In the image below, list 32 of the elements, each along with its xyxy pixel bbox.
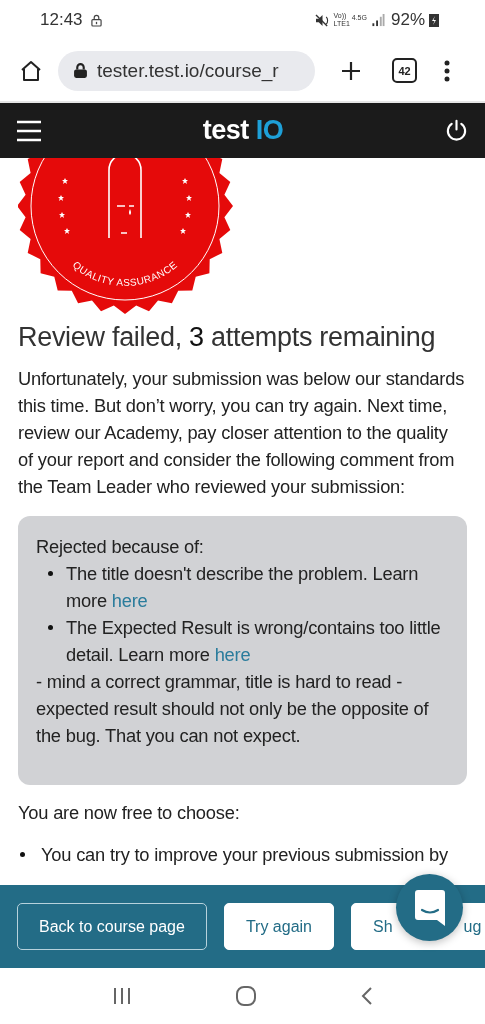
plus-icon[interactable]	[341, 60, 361, 81]
battery-percent: 92%	[390, 10, 425, 30]
signal-icon	[370, 13, 385, 27]
logo[interactable]: test IO	[202, 115, 284, 146]
lock-icon	[74, 63, 87, 78]
url-text: tester.test.io/course_r	[97, 59, 279, 82]
reason-text: The Expected Result is wrong/contains too little detail. Learn more here	[66, 616, 442, 667]
mute-icon	[314, 13, 330, 27]
battery-icon	[429, 13, 439, 27]
tab-count[interactable]: 42	[392, 58, 417, 83]
chat-icon[interactable]	[414, 889, 445, 926]
choices-title: You are now free to choose:	[18, 801, 241, 825]
back-icon[interactable]	[360, 987, 373, 1005]
power-icon[interactable]	[445, 119, 468, 142]
home-icon[interactable]	[19, 58, 43, 83]
page-heading: Review failed, 3 attempts remaining	[18, 322, 437, 353]
menu-icon[interactable]	[17, 119, 41, 142]
comment-note: - mind a correct grammar, title is hard to read - expected result should not only be the opposite of the bug. That you can not expect.	[36, 670, 430, 748]
address-bar[interactable]: tester.test.io/course_r	[58, 50, 315, 91]
bullet-icon	[48, 625, 53, 630]
intro-text: Unfortunately, your submission was below our standards this time. But don’t worry, you can try again. Next time, review our Academy, pay closer attention to the quality of your report and consider the following comment from the Team Leader who reviewed your submission:	[18, 367, 466, 499]
clock-time: 12:43	[40, 10, 83, 30]
bullet-icon	[48, 571, 53, 576]
lock-icon	[90, 13, 102, 27]
try-again-button[interactable]: Try again	[223, 903, 334, 950]
bullet-icon	[20, 852, 25, 857]
more-icon[interactable]	[444, 59, 450, 82]
comment-title: Rejected because of:	[36, 535, 205, 559]
back-button[interactable]: Back to course page	[17, 903, 207, 950]
choice-text: You can try to improve your previous submission by	[41, 843, 448, 867]
reason-text: The title doesn't describe the problem. Learn more here	[66, 562, 420, 613]
recent-apps-icon[interactable]	[112, 988, 131, 1004]
